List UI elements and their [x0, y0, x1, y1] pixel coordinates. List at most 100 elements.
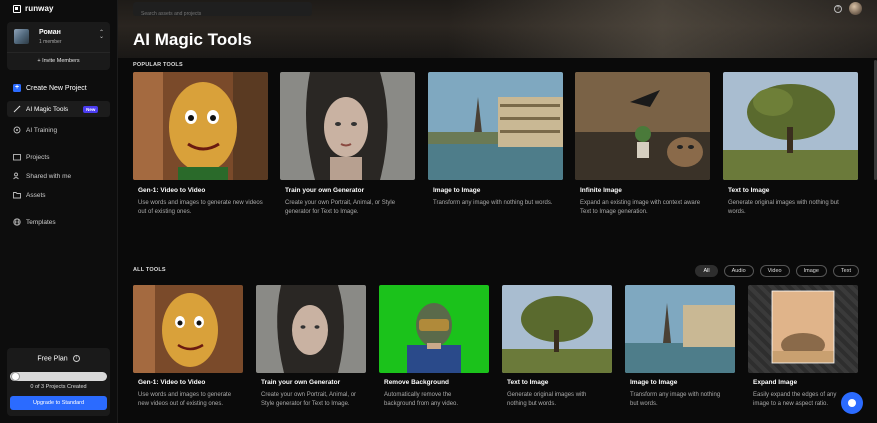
search-bar[interactable]	[133, 2, 312, 21]
sidebar-item-assets[interactable]: Assets	[7, 187, 110, 203]
plan-title: Free Plan	[37, 355, 68, 363]
card-title: Train your own Generator	[261, 379, 341, 386]
card-description: Easily expand the edges of any image to …	[753, 392, 837, 407]
folder-icon	[13, 191, 21, 199]
filter-text[interactable]: Text	[832, 265, 859, 277]
projects-count: 0 of 3 Projects Created	[30, 384, 87, 390]
sidebar-item-ai-training[interactable]: AI Training	[7, 122, 110, 138]
sidebar-item-create-project[interactable]: + Create New Project	[7, 80, 110, 96]
tool-card-infinite-image[interactable]: Infinite Image Expand an existing image …	[575, 72, 710, 222]
card-image	[133, 285, 243, 373]
card-description: Use words and images to generate new vid…	[138, 392, 232, 407]
plan-panel: Free Plan i 0 of 3 Projects Created Upgr…	[7, 348, 110, 416]
tool-card-remove-background[interactable]: Remove Background Automatically remove t…	[379, 285, 489, 423]
projects-progress-bar	[10, 372, 107, 381]
page-title: AI Magic Tools	[133, 30, 252, 49]
card-title: Train your own Generator	[285, 187, 365, 194]
globe-icon	[13, 218, 21, 226]
workspace-avatar	[14, 29, 29, 44]
tool-card-gen1[interactable]: Gen-1: Video to Video Use words and imag…	[133, 72, 268, 222]
workspace-divider	[7, 52, 110, 53]
sidebar-item-shared[interactable]: Shared with me	[7, 168, 110, 184]
sidebar-item-label: Create New Project	[26, 84, 87, 92]
card-image	[502, 285, 612, 373]
sidebar-item-templates[interactable]: Templates	[7, 214, 110, 230]
card-image	[379, 285, 489, 373]
avatar[interactable]	[849, 2, 862, 15]
card-image	[280, 72, 415, 180]
card-description: Generate original images with nothing bu…	[507, 392, 587, 407]
card-image	[625, 285, 735, 373]
card-title: Image to Image	[630, 379, 678, 386]
workspace-members: 1 member	[39, 39, 62, 45]
training-icon	[13, 126, 21, 134]
card-image	[575, 72, 710, 180]
card-description: Create your own Portrait, Animal, or Sty…	[261, 392, 357, 407]
card-description: Transform any image with nothing but wor…	[630, 392, 721, 407]
card-title: Image to Image	[433, 187, 481, 194]
card-title: Text to Image	[728, 187, 770, 194]
card-image	[428, 72, 563, 180]
card-title: Infinite Image	[580, 187, 622, 194]
upgrade-button[interactable]: Upgrade to Standard	[10, 396, 107, 410]
plus-icon: +	[13, 84, 21, 92]
card-image	[256, 285, 366, 373]
card-title: Gen-1: Video to Video	[138, 379, 206, 386]
sidebar-item-label: Templates	[26, 218, 56, 226]
filter-audio[interactable]: Audio	[723, 265, 754, 277]
card-description: Expand an existing image with context aw…	[580, 200, 701, 215]
card-description: Automatically remove the background from…	[384, 392, 459, 407]
main-content: ? AI Magic Tools POPULAR TOOLS Gen-1: Vi…	[118, 0, 877, 423]
workspace-switcher[interactable]: Роман 1 member ⌃ ⌄ + Invite Members	[7, 22, 110, 70]
tool-card-image-to-image[interactable]: Image to Image Transform any image with …	[625, 285, 735, 423]
users-icon	[13, 172, 21, 180]
tool-card-text-to-image[interactable]: Text to Image Generate original images w…	[502, 285, 612, 423]
sidebar-item-label: Projects	[26, 153, 50, 161]
question-icon[interactable]: ?	[834, 5, 842, 13]
magic-wand-icon	[13, 105, 21, 113]
progress-knob	[11, 372, 20, 381]
card-title: Remove Background	[384, 379, 450, 386]
workspace-name: Роман	[39, 29, 61, 36]
filter-image[interactable]: Image	[795, 265, 827, 277]
tool-card-gen1[interactable]: Gen-1: Video to Video Use words and imag…	[133, 285, 243, 423]
tool-card-train-generator[interactable]: Train your own Generator Create your own…	[256, 285, 366, 423]
sidebar-item-projects[interactable]: Projects	[7, 149, 110, 165]
plan-title-row: Free Plan i	[7, 355, 110, 362]
card-description: Generate original images with nothing bu…	[728, 200, 839, 215]
chevron-updown-icon[interactable]: ⌃ ⌄	[99, 30, 104, 40]
filter-video[interactable]: Video	[759, 265, 790, 277]
invite-members-button[interactable]: + Invite Members	[7, 55, 110, 68]
card-image	[133, 72, 268, 180]
card-title: Gen-1: Video to Video	[138, 187, 206, 194]
search-input[interactable]	[133, 7, 312, 21]
sidebar: runway Роман 1 member ⌃ ⌄ + Invite Member…	[0, 0, 118, 423]
popular-tools-heading: POPULAR TOOLS	[133, 62, 183, 68]
card-description: Use words and images to generate new vid…	[138, 200, 263, 215]
folder-icon	[13, 153, 21, 161]
logo-text: runway	[25, 4, 54, 13]
tool-card-image-to-image[interactable]: Image to Image Transform any image with …	[428, 72, 563, 222]
card-title: Expand Image	[753, 379, 798, 386]
runway-logo[interactable]: runway	[13, 4, 54, 13]
info-icon[interactable]: i	[72, 355, 80, 362]
card-title: Text to Image	[507, 379, 549, 386]
card-image	[723, 72, 858, 180]
sidebar-item-ai-magic-tools[interactable]: AI Magic Tools New	[7, 101, 110, 117]
new-badge: New	[83, 105, 99, 113]
tool-card-train-generator[interactable]: Train your own Generator Create your own…	[280, 72, 415, 222]
sidebar-item-label: Shared with me	[26, 172, 72, 180]
runway-logo-icon	[13, 4, 21, 13]
all-tools-heading: ALL TOOLS	[133, 267, 166, 273]
card-description: Create your own Portrait, Animal, or Sty…	[285, 200, 396, 215]
card-description: Transform any image with nothing but wor…	[433, 200, 553, 206]
tool-card-text-to-image[interactable]: Text to Image Generate original images w…	[723, 72, 858, 222]
sidebar-item-label: Assets	[26, 191, 46, 199]
filter-all[interactable]: All	[695, 265, 718, 277]
chat-bubble-icon[interactable]	[841, 392, 863, 414]
app-root: runway Роман 1 member ⌃ ⌄ + Invite Member…	[0, 0, 877, 423]
card-image	[748, 285, 858, 373]
sidebar-item-label: AI Training	[26, 126, 58, 134]
sidebar-item-label: AI Magic Tools	[26, 105, 69, 113]
filter-chips: All Audio Video Image Text	[695, 265, 859, 277]
